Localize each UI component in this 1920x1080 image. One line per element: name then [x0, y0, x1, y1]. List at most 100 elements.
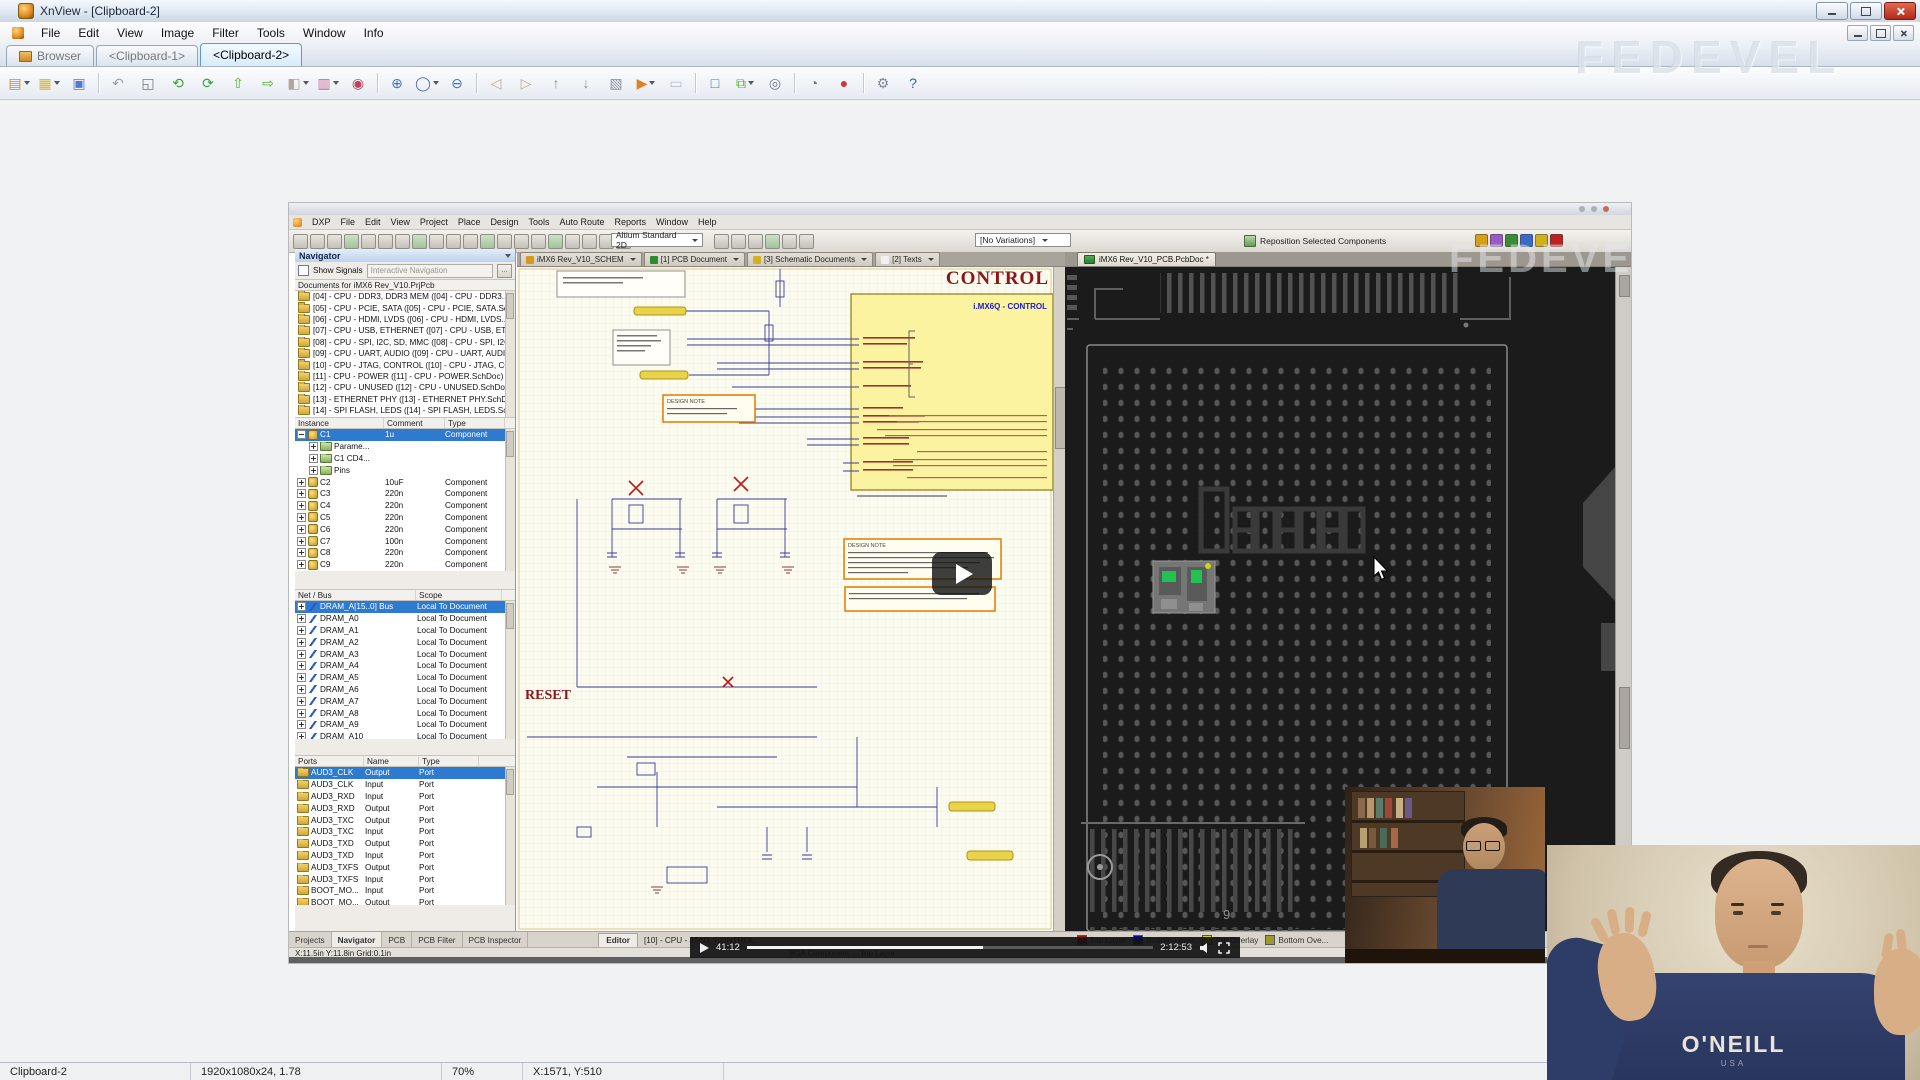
- port-row[interactable]: AUD3_CLKOutputPort: [295, 767, 506, 779]
- open-icon[interactable]: [293, 234, 308, 249]
- pcb-doc-tab[interactable]: iMX6 Rev_V10_PCB.PcbDoc *: [1077, 252, 1216, 266]
- document-row[interactable]: [08] - CPU - SPI, I2C, SD, MMC ([08] - C…: [295, 337, 506, 348]
- expander-icon[interactable]: [297, 732, 306, 739]
- pan-icon[interactable]: [361, 234, 376, 249]
- close-button[interactable]: [1884, 2, 1916, 20]
- undo-icon[interactable]: ↶: [104, 71, 132, 95]
- expander-icon[interactable]: [297, 638, 306, 647]
- scrollbar-thumb[interactable]: [506, 431, 514, 457]
- dropdown-arrow-icon[interactable]: [630, 258, 636, 261]
- port-row[interactable]: AUD3_CLKInputPort: [295, 779, 506, 791]
- zoom-fit-icon[interactable]: [395, 234, 410, 249]
- altium-menu-item[interactable]: Auto Route: [554, 217, 609, 227]
- expander-icon[interactable]: [297, 626, 306, 635]
- expander-icon[interactable]: [297, 673, 306, 682]
- menu-item-tools[interactable]: Tools: [248, 24, 294, 42]
- document-row[interactable]: [06] - CPU - HDMI, LVDS ([06] - CPU - HD…: [295, 314, 506, 325]
- scrollbar-thumb[interactable]: [506, 603, 514, 629]
- dropdown-arrow-icon[interactable]: [54, 81, 60, 85]
- paste-icon[interactable]: [480, 234, 495, 249]
- column-header[interactable]: Scope: [416, 590, 502, 600]
- dropdown-arrow-icon[interactable]: [928, 258, 934, 261]
- net-label-tool-icon[interactable]: [765, 234, 780, 249]
- expander-icon[interactable]: [297, 697, 306, 706]
- interactive-navigation-field[interactable]: Interactive Navigation: [367, 264, 493, 278]
- net-row[interactable]: DRAM_A0Local To Document: [295, 613, 506, 625]
- rotate-right-icon[interactable]: ⟳: [194, 71, 222, 95]
- column-header[interactable]: Type: [445, 418, 505, 428]
- port-row[interactable]: AUD3_RXDOutputPort: [295, 802, 506, 814]
- fullscreen-icon[interactable]: [1218, 942, 1230, 954]
- play-icon[interactable]: [700, 943, 709, 953]
- instance-row[interactable]: C8220nComponent: [295, 547, 506, 559]
- menu-item-edit[interactable]: Edit: [69, 24, 108, 42]
- expander-icon[interactable]: [297, 602, 306, 611]
- bottom-tab-projects[interactable]: Projects: [289, 932, 332, 948]
- altium-menu-item[interactable]: Reports: [610, 217, 652, 227]
- column-header[interactable]: Name: [364, 756, 419, 766]
- layer-tab[interactable]: Bottom Ove...: [1265, 935, 1328, 945]
- menu-item-window[interactable]: Window: [294, 24, 355, 42]
- bus-tool-icon[interactable]: [731, 234, 746, 249]
- help-icon[interactable]: ?: [899, 71, 927, 95]
- instances-scrollbar[interactable]: [505, 429, 515, 571]
- palette-icon[interactable]: ▥: [314, 71, 342, 95]
- move-icon[interactable]: [446, 234, 461, 249]
- dropdown-arrow-icon[interactable]: [433, 81, 439, 85]
- instance-row[interactable]: C9220nComponent: [295, 559, 506, 571]
- column-header[interactable]: Comment: [384, 418, 445, 428]
- dropdown-arrow-icon[interactable]: [861, 258, 867, 261]
- expander-icon[interactable]: [297, 685, 306, 694]
- net-row[interactable]: DRAM_A[15..0] BusLocal To Document: [295, 601, 506, 613]
- document-row[interactable]: [04] - CPU - DDR3, DDR3 MEM ([04] - CPU …: [295, 291, 506, 302]
- dropdown-arrow-icon[interactable]: [333, 81, 339, 85]
- save-icon[interactable]: [310, 234, 325, 249]
- net-row[interactable]: DRAM_A8Local To Document: [295, 707, 506, 719]
- capture-icon[interactable]: □: [701, 71, 729, 95]
- menu-item-image[interactable]: Image: [152, 24, 203, 42]
- undo-icon[interactable]: [565, 234, 580, 249]
- menu-item-view[interactable]: View: [108, 24, 152, 42]
- navigation-options-button[interactable]: ...: [497, 264, 512, 278]
- altium-menu-item[interactable]: Tools: [523, 217, 554, 227]
- net-row[interactable]: DRAM_A9Local To Document: [295, 719, 506, 731]
- tab-clipboard-2[interactable]: <Clipboard-2>: [200, 43, 302, 66]
- port-row[interactable]: AUD3_RXDInputPort: [295, 791, 506, 803]
- reposition-command[interactable]: Reposition Selected Components: [1244, 235, 1386, 247]
- zoom-in-icon[interactable]: ⊕: [383, 71, 411, 95]
- wiring-tool-icon[interactable]: [714, 234, 729, 249]
- scrollbar-thumb[interactable]: [506, 293, 514, 319]
- show-signals-checkbox[interactable]: [298, 265, 309, 276]
- dropdown-arrow-icon[interactable]: [24, 81, 30, 85]
- column-header[interactable]: Ports: [295, 756, 364, 766]
- altium-menu-item[interactable]: Design: [485, 217, 523, 227]
- doc-tab[interactable]: [2] Texts: [875, 252, 940, 266]
- doc-tab[interactable]: iMX6 Rev_V10_SCHEM: [520, 252, 642, 266]
- net-row[interactable]: DRAM_A7Local To Document: [295, 695, 506, 707]
- schematic-canvas[interactable]: i.MX6Q - CONTROL: [517, 267, 1053, 931]
- port-tool-icon[interactable]: [782, 234, 797, 249]
- sheet-symbol-tool-icon[interactable]: [799, 234, 814, 249]
- delete-icon[interactable]: [548, 234, 563, 249]
- expander-icon[interactable]: [297, 537, 306, 546]
- bottom-tab-pcb-inspector[interactable]: PCB Inspector: [463, 932, 529, 948]
- net-row[interactable]: DRAM_A3Local To Document: [295, 648, 506, 660]
- slideshow-icon[interactable]: ▶: [632, 71, 660, 95]
- document-row[interactable]: [09] - CPU - UART, AUDIO ([09] - CPU - U…: [295, 348, 506, 359]
- net-row[interactable]: DRAM_A6Local To Document: [295, 684, 506, 696]
- expander-icon[interactable]: [297, 489, 306, 498]
- open-icon[interactable]: ▦: [35, 71, 63, 95]
- red-eye-icon[interactable]: ◉: [344, 71, 372, 95]
- dropdown-arrow-icon[interactable]: [649, 81, 655, 85]
- progress-bar[interactable]: [747, 946, 1154, 949]
- zoom-out-icon[interactable]: ⊖: [443, 71, 471, 95]
- settings-gear-icon[interactable]: ⚙: [869, 71, 897, 95]
- dropdown-arrow-icon[interactable]: [733, 258, 739, 261]
- port-row[interactable]: BOOT_MO...OutputPort: [295, 897, 506, 905]
- document-row[interactable]: [14] - SPI FLASH, LEDS ([14] - SPI FLASH…: [295, 405, 506, 416]
- doc-tab[interactable]: [1] PCB Document: [644, 252, 745, 266]
- instance-row[interactable]: C6220nComponent: [295, 523, 506, 535]
- ports-scrollbar[interactable]: [505, 767, 515, 905]
- altium-menu-item[interactable]: Project: [415, 217, 453, 227]
- port-row[interactable]: BOOT_MO...InputPort: [295, 885, 506, 897]
